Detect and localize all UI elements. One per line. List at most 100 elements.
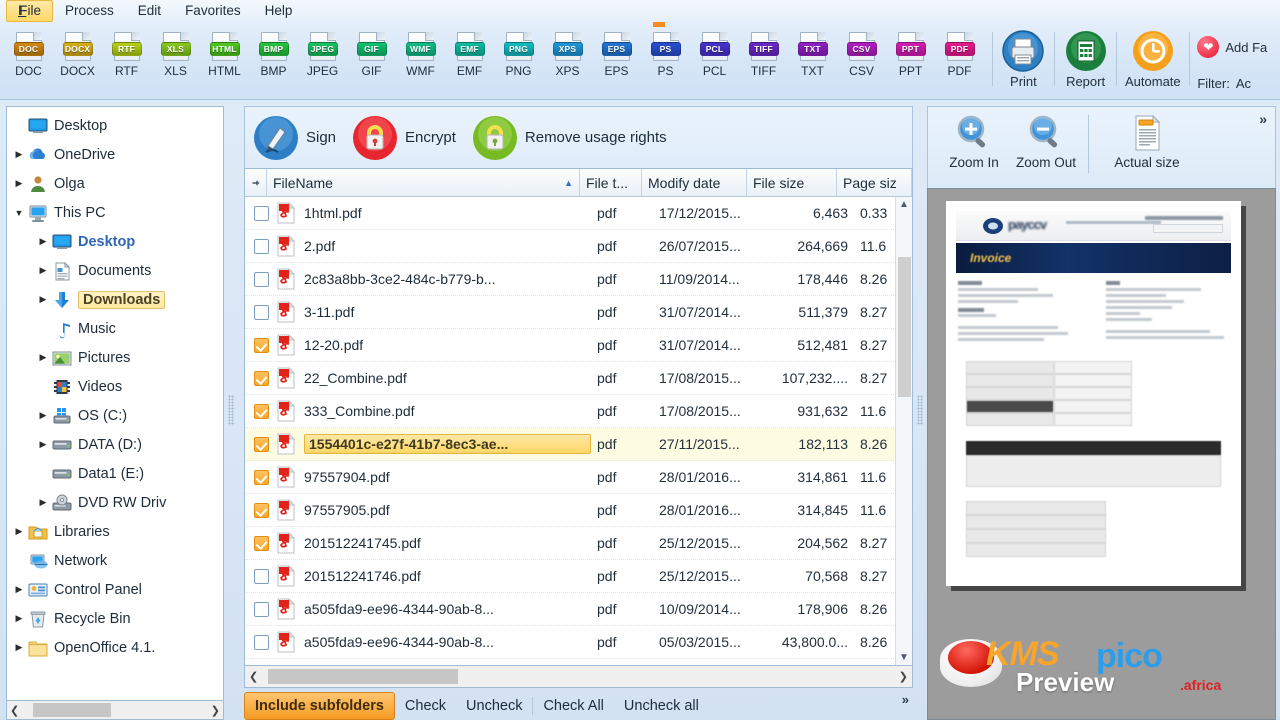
table-row[interactable]: 12-20.pdf pdf 31/07/2014... 512,481 8.27 bbox=[245, 329, 912, 362]
tree-splitter[interactable] bbox=[224, 100, 238, 720]
row-checkbox[interactable] bbox=[254, 337, 269, 353]
format-button-txt[interactable]: TXT TXT bbox=[788, 30, 837, 78]
tree-item-recycle-bin[interactable]: Recycle Bin bbox=[7, 604, 223, 633]
scroll-thumb[interactable] bbox=[268, 669, 459, 684]
tree-expander-closed-icon[interactable] bbox=[35, 439, 51, 450]
format-button-doc[interactable]: DOC DOC bbox=[4, 30, 53, 78]
format-button-bmp[interactable]: BMP BMP bbox=[249, 30, 298, 78]
zoom-in-button[interactable]: Zoom In bbox=[938, 113, 1010, 170]
tree-expander-closed-icon[interactable] bbox=[35, 265, 51, 276]
table-row[interactable]: 97557905.pdf pdf 28/01/2016... 314,845 11.6 bbox=[245, 494, 912, 527]
print-button[interactable]: Print bbox=[1001, 30, 1046, 89]
tree-expander-closed-icon[interactable] bbox=[11, 178, 27, 189]
table-row[interactable]: 201512241745.pdf pdf 25/12/2015... 204,562 8… bbox=[245, 527, 912, 560]
tree-item-dvd-rw-driv[interactable]: DVD RW Driv bbox=[7, 488, 223, 517]
format-button-gif[interactable]: GIF GIF bbox=[347, 30, 396, 78]
menu-item-process[interactable]: Process bbox=[53, 0, 126, 22]
include-subfolders-button[interactable]: Include subfolders bbox=[244, 691, 395, 720]
row-checkbox[interactable] bbox=[254, 238, 269, 254]
row-checkbox[interactable] bbox=[254, 370, 269, 386]
preview-canvas[interactable]: payccv Invoice Preview KMS pico .africa bbox=[927, 188, 1276, 720]
format-button-html[interactable]: HTML HTML bbox=[200, 30, 249, 78]
menu-item-help[interactable]: Help bbox=[253, 0, 305, 22]
row-checkbox[interactable] bbox=[254, 502, 269, 518]
row-checkbox[interactable] bbox=[254, 403, 269, 419]
row-checkbox[interactable] bbox=[254, 436, 269, 452]
tree-item-data1-e[interactable]: Data1 (E:) bbox=[7, 459, 223, 488]
tree-expander-closed-icon[interactable] bbox=[11, 584, 27, 595]
expand-actions-chevron-icon[interactable]: » bbox=[902, 692, 909, 707]
tree-item-pictures[interactable]: Pictures bbox=[7, 343, 223, 372]
row-checkbox[interactable] bbox=[254, 535, 269, 551]
format-button-pcl[interactable]: PCL PCL bbox=[690, 30, 739, 78]
tree-expander-closed-icon[interactable] bbox=[11, 642, 27, 653]
format-button-jpeg[interactable]: JPEG JPEG bbox=[298, 30, 347, 78]
column-header-modifydate[interactable]: Modify date bbox=[642, 169, 747, 197]
format-button-ppt[interactable]: PPT PPT bbox=[886, 30, 935, 78]
menu-item-favorites[interactable]: Favorites bbox=[173, 0, 253, 22]
tree-item-network[interactable]: Network bbox=[7, 546, 223, 575]
scroll-left-icon[interactable]: ❮ bbox=[249, 670, 258, 683]
scroll-up-icon[interactable]: ▲ bbox=[899, 197, 909, 212]
zoom-out-button[interactable]: Zoom Out bbox=[1010, 113, 1082, 170]
tree-expander-closed-icon[interactable] bbox=[35, 236, 51, 247]
tree-expander-open-icon[interactable] bbox=[11, 208, 27, 218]
grid-horizontal-scrollbar[interactable]: ❮ ❯ bbox=[244, 666, 913, 688]
tree-item-os-c[interactable]: OS (C:) bbox=[7, 401, 223, 430]
tree-item-desktop[interactable]: Desktop bbox=[7, 227, 223, 256]
table-row[interactable]: a505fda9-ee96-4344-90ab-8... pdf 10/09/201… bbox=[245, 593, 912, 626]
row-checkbox[interactable] bbox=[254, 634, 269, 650]
uncheck-all-button[interactable]: Uncheck all bbox=[614, 698, 709, 714]
tree-expander-closed-icon[interactable] bbox=[35, 294, 51, 305]
table-row[interactable]: 2c83a8bb-3ce2-484c-b779-b... pdf 11/09/201… bbox=[245, 263, 912, 296]
folder-tree[interactable]: Desktop OneDrive Olga This PC Desktop Documen… bbox=[6, 106, 224, 700]
check-button[interactable]: Check bbox=[395, 698, 456, 714]
format-button-pdf[interactable]: PDF PDF bbox=[935, 30, 984, 78]
automate-button[interactable]: Automate bbox=[1125, 30, 1181, 89]
tree-horizontal-scrollbar[interactable]: ❮ ❯ bbox=[6, 700, 224, 720]
remove-usage-rights-button[interactable]: Remove usage rights bbox=[472, 115, 667, 161]
report-button[interactable]: Report bbox=[1063, 30, 1108, 89]
check-all-button[interactable]: Check All bbox=[533, 698, 613, 714]
scroll-right-icon[interactable]: ❯ bbox=[899, 670, 908, 683]
row-checkbox[interactable] bbox=[254, 601, 269, 617]
tree-expander-closed-icon[interactable] bbox=[35, 352, 51, 363]
row-checkbox[interactable] bbox=[254, 271, 269, 287]
format-button-ps[interactable]: PS PS bbox=[641, 30, 690, 78]
encrypt-button[interactable]: Encrypt bbox=[352, 115, 456, 161]
uncheck-button[interactable]: Uncheck bbox=[456, 698, 532, 714]
preview-splitter[interactable] bbox=[913, 100, 927, 720]
grid-vertical-scrollbar[interactable]: ▲ ▼ bbox=[895, 197, 912, 665]
table-row[interactable]: 22_Combine.pdf pdf 17/08/2015... 107,232...… bbox=[245, 362, 912, 395]
format-button-eps[interactable]: EPS EPS bbox=[592, 30, 641, 78]
tree-expander-closed-icon[interactable] bbox=[35, 410, 51, 421]
format-button-emf[interactable]: EMF EMF bbox=[445, 30, 494, 78]
format-button-png[interactable]: PNG PNG bbox=[494, 30, 543, 78]
row-checkbox[interactable] bbox=[254, 304, 269, 320]
sign-button[interactable]: Sign bbox=[253, 115, 336, 161]
format-button-xls[interactable]: XLS XLS bbox=[151, 30, 200, 78]
column-header-filesize[interactable]: File size bbox=[747, 169, 837, 197]
expand-preview-toolbar-chevron-icon[interactable]: » bbox=[1259, 111, 1267, 127]
format-button-wmf[interactable]: WMF WMF bbox=[396, 30, 445, 78]
tree-item-olga[interactable]: Olga bbox=[7, 169, 223, 198]
tree-item-onedrive[interactable]: OneDrive bbox=[7, 140, 223, 169]
tree-item-documents[interactable]: Documents bbox=[7, 256, 223, 285]
tree-item-music[interactable]: Music bbox=[7, 314, 223, 343]
format-button-csv[interactable]: CSV CSV bbox=[837, 30, 886, 78]
column-header-filename[interactable]: FileName ▲ bbox=[267, 169, 580, 197]
filter-value[interactable]: Ac bbox=[1236, 76, 1251, 91]
scroll-down-icon[interactable]: ▼ bbox=[899, 650, 909, 665]
actual-size-button[interactable]: Actual size bbox=[1099, 113, 1195, 170]
format-button-tiff[interactable]: TIFF TIFF bbox=[739, 30, 788, 78]
tree-expander-closed-icon[interactable] bbox=[11, 613, 27, 624]
scroll-thumb[interactable] bbox=[898, 257, 911, 397]
tree-item-data-d[interactable]: DATA (D:) bbox=[7, 430, 223, 459]
table-row[interactable]: 201512241746.pdf pdf 25/12/2015... 70,568 8.… bbox=[245, 560, 912, 593]
add-favorites-button[interactable]: ❤ Add Fa bbox=[1197, 36, 1280, 58]
table-row[interactable]: 3-11.pdf pdf 31/07/2014... 511,379 8.27 bbox=[245, 296, 912, 329]
column-header-filetype[interactable]: File t... bbox=[580, 169, 642, 197]
menu-item-file[interactable]: FFile bbox=[6, 0, 54, 22]
tree-expander-closed-icon[interactable] bbox=[35, 497, 51, 508]
tree-item-this-pc[interactable]: This PC bbox=[7, 198, 223, 227]
